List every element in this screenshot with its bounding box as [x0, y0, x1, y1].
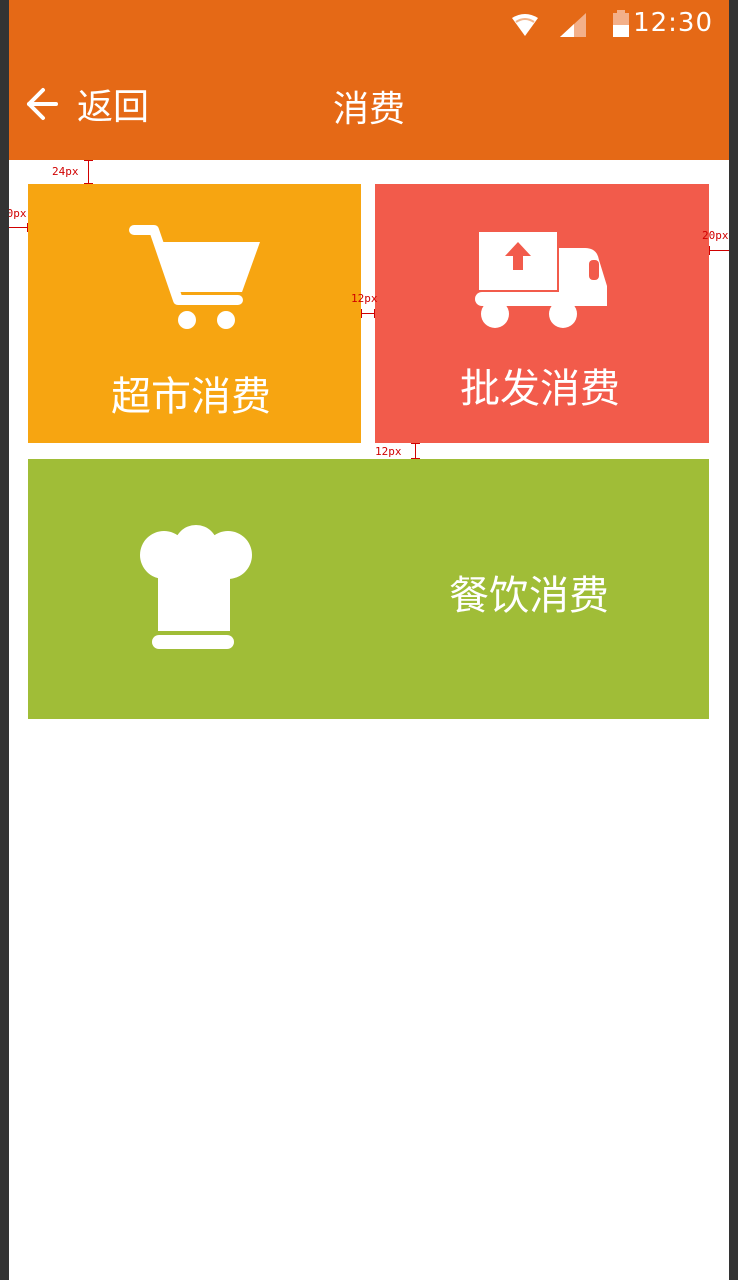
- toolbar: 返回 消费: [9, 48, 729, 160]
- screen: 12:30 返回 消费 超市消费 批发消费 餐饮消费 24px 0px 20px…: [9, 0, 729, 1280]
- app-bar: 12:30 返回 消费: [9, 0, 729, 160]
- delivery-truck-icon: [475, 232, 607, 328]
- cellular-signal-icon: [560, 13, 586, 37]
- page-title: 消费: [332, 89, 405, 130]
- status-bar: 12:30: [9, 0, 729, 48]
- wholesale-label: 批发消费: [460, 366, 620, 412]
- wifi-icon: [512, 14, 538, 36]
- catering-tile[interactable]: 餐饮消费: [28, 459, 709, 719]
- status-time: 12:30: [633, 8, 713, 38]
- battery-icon: [613, 10, 629, 37]
- wholesale-tile[interactable]: 批发消费: [375, 184, 709, 443]
- shopping-cart-icon: [129, 225, 260, 329]
- supermarket-label: 超市消费: [111, 374, 271, 420]
- supermarket-tile[interactable]: 超市消费: [28, 184, 361, 443]
- catering-label: 餐饮消费: [449, 573, 609, 619]
- chef-hat-icon: [140, 525, 252, 649]
